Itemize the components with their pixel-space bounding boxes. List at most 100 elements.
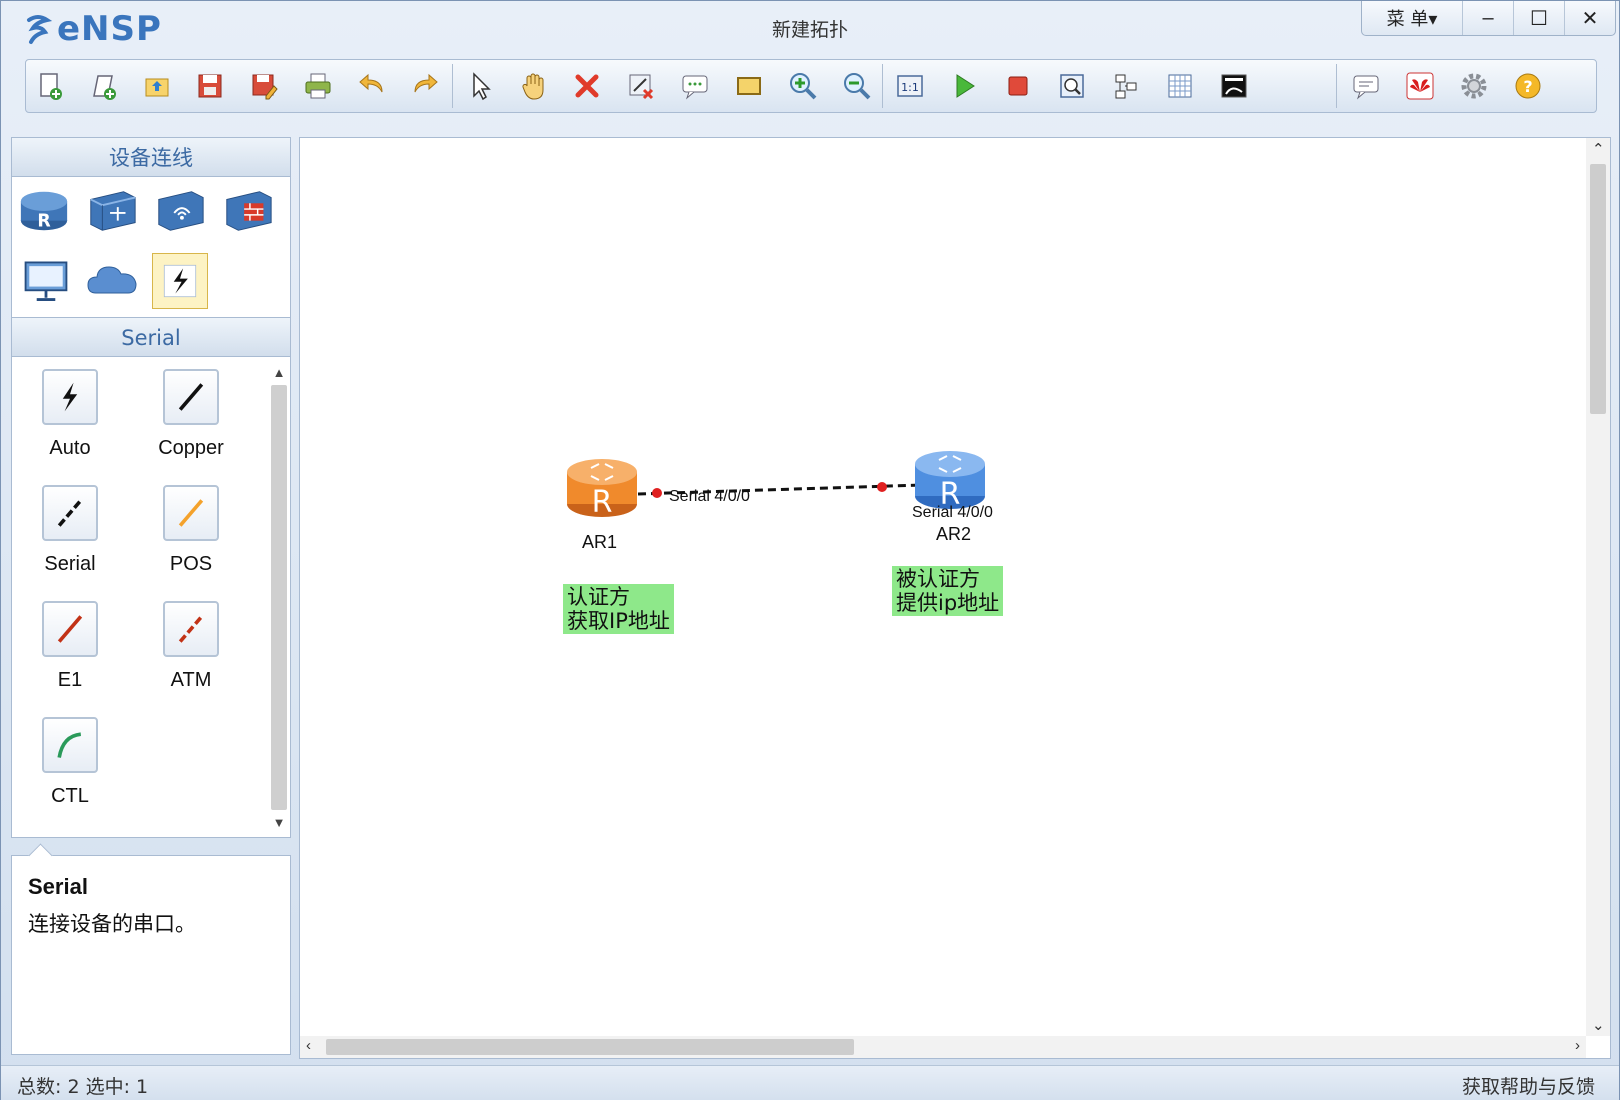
text-note-authenticated[interactable]: 被认证方 提供ip地址 <box>892 566 1004 616</box>
description-text: 连接设备的串口。 <box>28 912 196 936</box>
delete-connection-icon[interactable] <box>623 68 659 104</box>
pos-cable-icon <box>163 485 219 541</box>
scroll-left-icon[interactable]: ‹ <box>306 1037 311 1054</box>
scroll-down-icon[interactable]: ⌄ <box>1592 1016 1605 1034</box>
redo-icon[interactable] <box>407 68 443 104</box>
copper-cable-icon <box>163 369 219 425</box>
svg-text:R: R <box>37 211 51 231</box>
cable-copper[interactable]: Copper <box>136 369 246 460</box>
connection-icon[interactable] <box>152 253 208 309</box>
description-pointer <box>28 843 53 868</box>
app-window: eNSP 新建拓扑 菜 单▾ – ☐ ✕ 1:1 ? 设备连线 R Serial… <box>0 0 1620 1100</box>
pc-icon[interactable] <box>18 253 74 309</box>
router-icon: R <box>915 451 985 512</box>
note-line: 被认证方 <box>896 567 980 591</box>
cable-label: ATM <box>170 669 212 691</box>
cable-label: E1 <box>57 669 83 691</box>
cable-pos[interactable]: POS <box>136 485 246 576</box>
huawei-icon[interactable] <box>1402 68 1438 104</box>
stop-device-icon[interactable] <box>1000 68 1036 104</box>
cable-category-header: Serial <box>11 317 291 357</box>
node-label-ar2: AR2 <box>936 524 972 544</box>
settings-icon[interactable] <box>1456 68 1492 104</box>
close-button[interactable]: ✕ <box>1564 1 1615 35</box>
ctl-cable-icon <box>42 717 98 773</box>
auto-cable-icon <box>42 369 98 425</box>
zoom-in-icon[interactable] <box>785 68 821 104</box>
text-note-authenticator[interactable]: 认证方 获取IP地址 <box>563 584 674 634</box>
topology-canvas[interactable]: R AR1 R AR2 Serial 4/0/0 Serial 4/0/0 认证… <box>299 137 1611 1059</box>
node-label-ar1: AR1 <box>582 532 618 552</box>
cable-list-scrollbar[interactable]: ▲ ▼ <box>270 363 288 831</box>
note-line: 提供ip地址 <box>896 591 1000 615</box>
e1-cable-icon <box>42 601 98 657</box>
scroll-thumb[interactable] <box>271 385 287 810</box>
topology-snapshot-icon[interactable] <box>1216 68 1252 104</box>
port-label-ar2: Serial 4/0/0 <box>912 504 993 521</box>
status-bar: 总数: 2 选中: 1 获取帮助与反馈 <box>1 1065 1619 1100</box>
zoom-out-icon[interactable] <box>839 68 875 104</box>
status-count: 总数: 2 选中: 1 <box>17 1076 149 1098</box>
cable-atm[interactable]: ATM <box>136 601 246 692</box>
help-icon[interactable]: ? <box>1510 68 1546 104</box>
description-box: Serial 连接设备的串口。 <box>11 843 291 1055</box>
canvas-vertical-scrollbar[interactable]: ⌃ ⌄ <box>1586 138 1610 1036</box>
switch-icon[interactable] <box>84 183 140 239</box>
note-line: 获取IP地址 <box>567 609 670 633</box>
print-icon[interactable] <box>300 68 336 104</box>
cable-auto[interactable]: Auto <box>15 369 125 460</box>
cloud-icon[interactable] <box>84 253 140 309</box>
firewall-icon[interactable] <box>220 183 276 239</box>
delete-icon[interactable] <box>569 68 605 104</box>
help-feedback-link[interactable]: 获取帮助与反馈 <box>1462 1072 1595 1099</box>
scroll-right-icon[interactable]: › <box>1575 1037 1580 1054</box>
add-shape-icon[interactable] <box>731 68 767 104</box>
scroll-up-icon[interactable]: ▲ <box>270 363 288 381</box>
message-icon[interactable] <box>1348 68 1384 104</box>
cable-label: Auto <box>49 437 91 459</box>
show-interfaces-icon[interactable] <box>1108 68 1144 104</box>
device-panel: 设备连线 R Serial Auto Copper Serial POS E1 … <box>11 137 291 1057</box>
link-endpoint <box>877 482 887 492</box>
serial-cable-icon <box>42 485 98 541</box>
router-icon[interactable]: R <box>16 183 72 239</box>
main-toolbar: 1:1 ? <box>25 59 1597 113</box>
new-lab-icon[interactable] <box>86 68 122 104</box>
link-endpoint <box>652 488 662 498</box>
scroll-up-icon[interactable]: ⌃ <box>1592 140 1605 158</box>
wireless-icon[interactable] <box>152 183 208 239</box>
horizontal-scroll-thumb[interactable] <box>326 1039 854 1055</box>
cable-e1[interactable]: E1 <box>15 601 125 692</box>
cable-label: CTL <box>51 785 89 807</box>
capture-icon[interactable] <box>1054 68 1090 104</box>
svg-text:?: ? <box>1523 77 1532 96</box>
show-grid-icon[interactable] <box>1162 68 1198 104</box>
save-as-icon[interactable] <box>246 68 282 104</box>
router-ar1[interactable]: R <box>565 454 639 520</box>
port-label-ar1: Serial 4/0/0 <box>669 488 750 505</box>
title-bar: eNSP 新建拓扑 菜 单▾ – ☐ ✕ <box>1 1 1619 59</box>
undo-icon[interactable] <box>354 68 390 104</box>
cable-list: Auto Copper Serial POS E1 ATM CTL ▲ ▼ <box>11 357 291 838</box>
select-pointer-icon[interactable] <box>462 68 498 104</box>
save-icon[interactable] <box>192 68 228 104</box>
reset-zoom-icon[interactable]: 1:1 <box>892 68 928 104</box>
atm-cable-icon <box>163 601 219 657</box>
add-text-icon[interactable] <box>677 68 713 104</box>
maximize-button[interactable]: ☐ <box>1513 1 1564 35</box>
hand-pan-icon[interactable] <box>516 68 552 104</box>
open-icon[interactable] <box>139 68 175 104</box>
svg-text:R: R <box>592 485 613 520</box>
vertical-scroll-thumb[interactable] <box>1590 164 1606 414</box>
cable-label: POS <box>169 553 213 575</box>
cable-serial[interactable]: Serial <box>15 485 125 576</box>
menu-button[interactable]: 菜 单▾ <box>1362 1 1462 35</box>
canvas-horizontal-scrollbar[interactable]: ‹ › <box>300 1036 1586 1058</box>
minimize-button[interactable]: – <box>1462 1 1513 35</box>
cable-label: Serial <box>44 553 96 575</box>
scroll-down-icon[interactable]: ▼ <box>270 813 288 831</box>
new-topology-icon[interactable] <box>32 68 68 104</box>
cable-ctl[interactable]: CTL <box>15 717 125 808</box>
router-ar2[interactable]: R <box>913 446 987 512</box>
start-device-icon[interactable] <box>946 68 982 104</box>
